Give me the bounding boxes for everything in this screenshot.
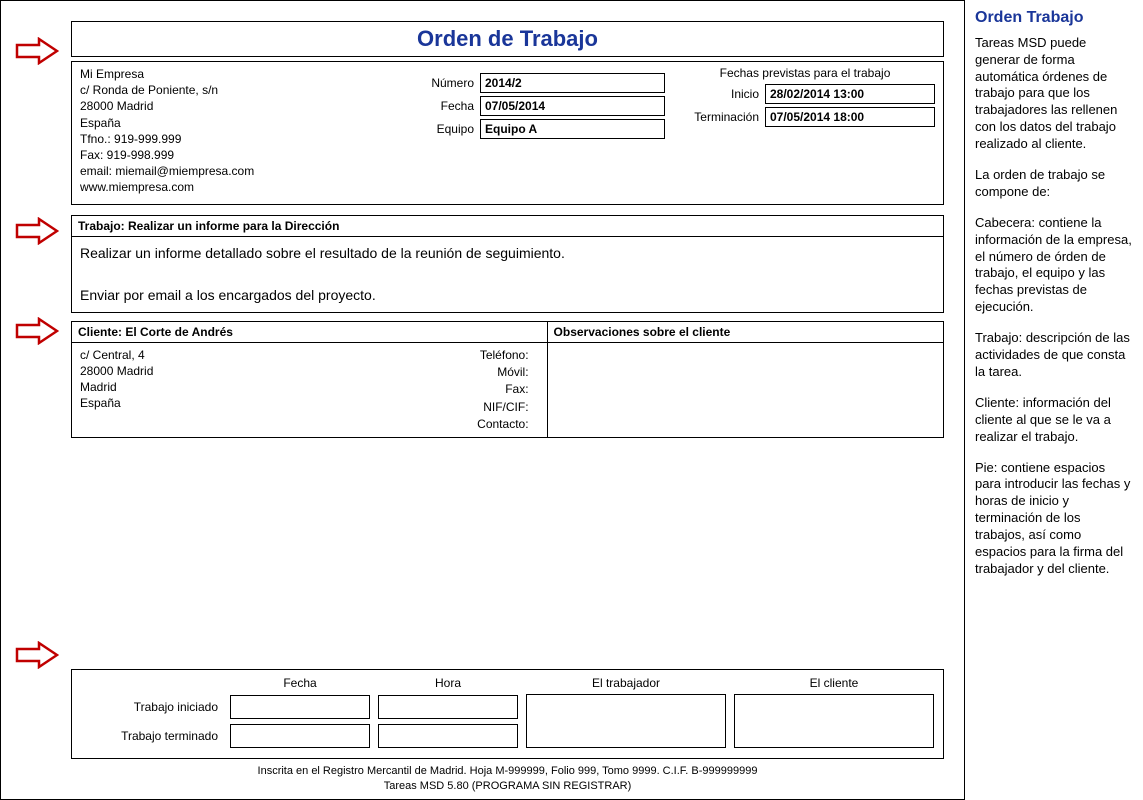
- numero-label: Número: [405, 76, 480, 90]
- trabajo-line1: Realizar un informe detallado sobre el r…: [80, 243, 935, 264]
- help-sidebar: Orden Trabajo Tareas MSD puede generar d…: [965, 0, 1143, 800]
- cliente-section: Cliente: El Corte de Andrés c/ Central, …: [71, 321, 944, 439]
- cliente-nif-label: NIF/CIF:: [173, 399, 528, 416]
- cliente-right: Observaciones sobre el cliente: [548, 322, 943, 438]
- trabajo-iniciado-label: Trabajo iniciado: [82, 700, 222, 714]
- legal-line1: Inscrita en el Registro Mercantil de Mad…: [71, 764, 944, 778]
- footer-section: Fecha Hora El trabajador El cliente Trab…: [71, 669, 944, 759]
- cliente-telefono-label: Teléfono:: [173, 347, 528, 364]
- equipo-label: Equipo: [405, 122, 480, 136]
- numero-value: 2014/2: [480, 73, 665, 93]
- fecha-label: Fecha: [405, 99, 480, 113]
- company-phone: Tfno.: 919-999.999: [80, 131, 395, 147]
- help-p1: Tareas MSD puede generar de forma automá…: [975, 35, 1133, 153]
- cliente-signature-box: [734, 694, 934, 748]
- iniciado-hora-box: [378, 695, 518, 719]
- trabajador-signature-box: [526, 694, 726, 748]
- cliente-contacto-label: Contacto:: [173, 416, 528, 433]
- fecha-value: 07/05/2014: [480, 96, 665, 116]
- terminacion-label: Terminación: [675, 110, 765, 124]
- terminado-hora-box: [378, 724, 518, 748]
- legal-footer: Inscrita en el Registro Mercantil de Mad…: [71, 764, 944, 793]
- footer-header-cliente: El cliente: [734, 676, 934, 690]
- cliente-country: España: [80, 395, 153, 411]
- legal-line2: Tareas MSD 5.80 (PROGRAMA SIN REGISTRAR): [71, 779, 944, 793]
- inicio-label: Inicio: [675, 87, 765, 101]
- company-country: España: [80, 115, 395, 131]
- cliente-addr1: c/ Central, 4: [80, 347, 153, 363]
- arrow-icon: [15, 317, 59, 345]
- cliente-movil-label: Móvil:: [173, 364, 528, 381]
- cliente-contact-fields: Teléfono: Móvil: Fax: NIF/CIF: Contacto:: [173, 347, 538, 434]
- cliente-city: Madrid: [80, 379, 153, 395]
- meta-left: Número 2014/2 Fecha 07/05/2014 Equipo Eq…: [405, 66, 665, 196]
- help-p5: Cliente: información del cliente al que …: [975, 395, 1133, 446]
- help-p6: Pie: contiene espacios para introducir l…: [975, 460, 1133, 578]
- cliente-address: c/ Central, 4 28000 Madrid Madrid España: [80, 347, 153, 434]
- company-web: www.miempresa.com: [80, 179, 395, 195]
- trabajo-line2: Enviar por email a los encargados del pr…: [80, 285, 935, 306]
- iniciado-fecha-box: [230, 695, 370, 719]
- company-fax: Fax: 919-998.999: [80, 147, 395, 163]
- equipo-value: Equipo A: [480, 119, 665, 139]
- observaciones-body: [548, 343, 943, 351]
- footer-header-fecha: Fecha: [230, 676, 370, 690]
- help-p4: Trabajo: descripción de las actividades …: [975, 330, 1133, 381]
- company-name: Mi Empresa: [80, 66, 395, 82]
- inicio-value: 28/02/2014 13:00: [765, 84, 935, 104]
- footer-header-hora: Hora: [378, 676, 518, 690]
- help-p3: Cabecera: contiene la información de la …: [975, 215, 1133, 316]
- meta-right: Fechas previstas para el trabajo Inicio …: [675, 66, 935, 196]
- fechas-previstas-title: Fechas previstas para el trabajo: [675, 66, 935, 80]
- terminado-fecha-box: [230, 724, 370, 748]
- cliente-left: Cliente: El Corte de Andrés c/ Central, …: [72, 322, 548, 438]
- company-addr1: c/ Ronda de Poniente, s/n: [80, 82, 395, 98]
- cliente-addr2: 28000 Madrid: [80, 363, 153, 379]
- arrow-icon: [15, 37, 59, 65]
- trabajo-body: Realizar un informe detallado sobre el r…: [72, 237, 943, 312]
- arrow-icon: [15, 217, 59, 245]
- document-title: Orden de Trabajo: [71, 21, 944, 57]
- header-section: Mi Empresa c/ Ronda de Poniente, s/n 280…: [71, 61, 944, 205]
- footer-header-trabajador: El trabajador: [526, 676, 726, 690]
- trabajo-heading: Trabajo: Realizar un informe para la Dir…: [72, 216, 943, 237]
- cliente-heading: Cliente: El Corte de Andrés: [72, 322, 547, 343]
- arrow-icon: [15, 641, 59, 669]
- company-email: email: miemail@miempresa.com: [80, 163, 395, 179]
- company-info: Mi Empresa c/ Ronda de Poniente, s/n 280…: [80, 66, 395, 196]
- trabajo-section: Trabajo: Realizar un informe para la Dir…: [71, 215, 944, 313]
- help-p2: La orden de trabajo se compone de:: [975, 167, 1133, 201]
- observaciones-heading: Observaciones sobre el cliente: [548, 322, 943, 343]
- help-title: Orden Trabajo: [975, 8, 1133, 29]
- company-addr2: 28000 Madrid: [80, 98, 395, 114]
- trabajo-terminado-label: Trabajo terminado: [82, 729, 222, 743]
- terminacion-value: 07/05/2014 18:00: [765, 107, 935, 127]
- work-order-document: Orden de Trabajo Mi Empresa c/ Ronda de …: [0, 0, 965, 800]
- cliente-fax-label: Fax:: [173, 381, 528, 398]
